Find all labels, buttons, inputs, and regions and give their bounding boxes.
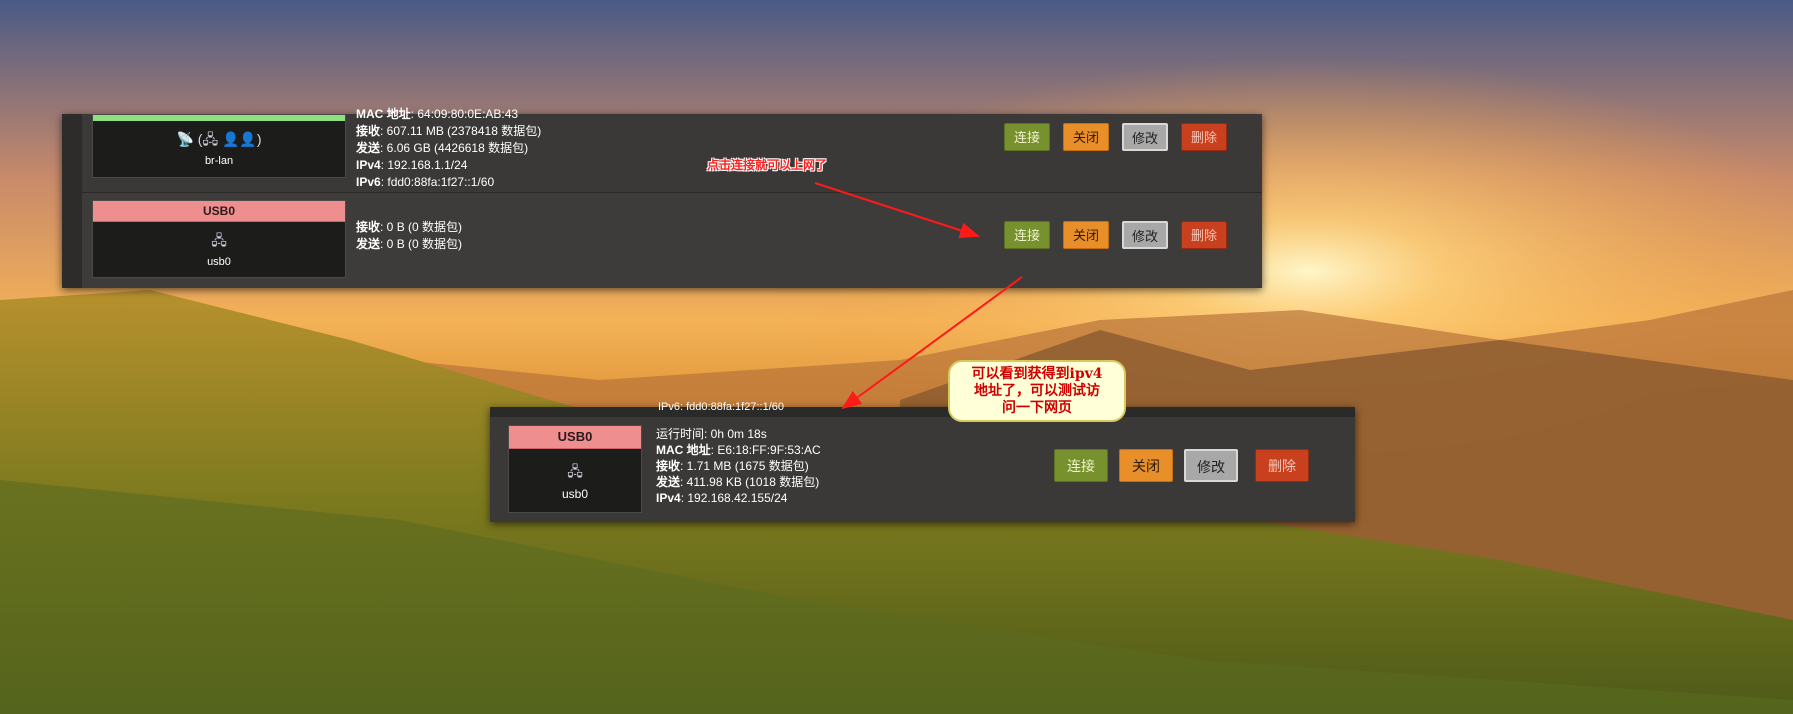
close-button[interactable]: 关闭 xyxy=(1063,123,1109,151)
link-status-header: USB0 xyxy=(509,426,641,449)
interface-badge-usb0-up: USB0 🖧 usb0 xyxy=(508,425,642,513)
close-button[interactable]: 关闭 xyxy=(1119,449,1173,482)
interface-name: usb0 xyxy=(561,487,589,501)
info-line: 接收: 0 B (0 数据包) xyxy=(356,220,463,234)
delete-button[interactable]: 删除 xyxy=(1181,123,1227,151)
desktop-background xyxy=(0,0,1793,714)
interface-info-br-lan: MAC 地址: 64:09:80:0E:AB:43 接收: 607.11 MB … xyxy=(356,106,541,191)
annotation-click-connect: 点击连接就可以上网了 xyxy=(707,158,828,172)
info-line: 接收: 607.11 MB (2378418 数据包) xyxy=(356,124,542,138)
info-line: 发送: 411.98 KB (1018 数据包) xyxy=(656,475,820,489)
connect-button[interactable]: 连接 xyxy=(1004,221,1050,249)
info-line: MAC 地址: E6:18:FF:9F:53:AC xyxy=(656,443,821,457)
link-status-bar xyxy=(93,115,345,121)
bridge-icon: 📡 (🖧 👤👤) xyxy=(176,131,262,147)
edit-button[interactable]: 修改 xyxy=(1184,449,1238,482)
close-button[interactable]: 关闭 xyxy=(1063,221,1109,249)
info-line: 运行时间: 0h 0m 18s xyxy=(656,427,767,441)
interfaces-panel-bottom: IPv6: fdd0:88fa:1f27::1/60 USB0 🖧 usb0 运… xyxy=(490,402,1355,522)
interface-badge-br-lan: 📡 (🖧 👤👤) br-lan xyxy=(92,114,346,178)
ethernet-icon: 🖧 xyxy=(567,463,583,479)
bubble-line: 可以看到获得到ipv4 xyxy=(971,366,1103,382)
ethernet-icon: 🖧 xyxy=(211,232,227,248)
interface-row-br-lan: 📡 (🖧 👤👤) br-lan MAC 地址: 64:09:80:0E:AB:4… xyxy=(82,107,1262,193)
connect-button[interactable]: 连接 xyxy=(1054,449,1108,482)
info-line: IPv4: 192.168.42.155/24 xyxy=(656,491,788,505)
info-line: IPv6: fdd0:88fa:1f27::1/60 xyxy=(356,175,495,189)
panel-left-rail xyxy=(62,114,82,288)
connect-button[interactable]: 连接 xyxy=(1004,123,1050,151)
edit-button[interactable]: 修改 xyxy=(1122,221,1168,249)
interface-name: br-lan xyxy=(204,155,234,167)
bubble-line: 问一下网页 xyxy=(1002,400,1072,416)
info-line: 发送: 6.06 GB (4426618 数据包) xyxy=(356,141,529,155)
info-line: 发送: 0 B (0 数据包) xyxy=(356,237,463,251)
interface-name: usb0 xyxy=(207,256,231,268)
panel-top-rail xyxy=(490,407,1355,417)
clipped-info-line: IPv6: fdd0:88fa:1f27::1/60 xyxy=(658,402,784,410)
info-line: IPv4: 192.168.1.1/24 xyxy=(356,158,468,172)
annotation-bubble: 可以看到获得到ipv4 地址了，可以测试访 问一下网页 xyxy=(948,360,1126,422)
link-status-header: USB0 xyxy=(93,201,345,222)
edit-button[interactable]: 修改 xyxy=(1122,123,1168,151)
interface-row-usb0: USB0 🖧 usb0 接收: 0 B (0 数据包) 发送: 0 B (0 数… xyxy=(82,193,1262,288)
delete-button[interactable]: 删除 xyxy=(1181,221,1227,249)
bubble-line: 地址了，可以测试访 xyxy=(974,383,1100,399)
delete-button[interactable]: 删除 xyxy=(1255,449,1309,482)
interface-badge-usb0: USB0 🖧 usb0 xyxy=(92,200,346,278)
info-line: 接收: 1.71 MB (1675 数据包) xyxy=(656,459,809,473)
interfaces-panel-top: 📡 (🖧 👤👤) br-lan MAC 地址: 64:09:80:0E:AB:4… xyxy=(62,107,1262,288)
interface-info-usb0-up: 运行时间: 0h 0m 18s MAC 地址: E6:18:FF:9F:53:A… xyxy=(656,426,821,506)
interface-info-usb0: 接收: 0 B (0 数据包) 发送: 0 B (0 数据包) xyxy=(356,219,462,253)
info-line: MAC 地址: 64:09:80:0E:AB:43 xyxy=(356,107,519,121)
